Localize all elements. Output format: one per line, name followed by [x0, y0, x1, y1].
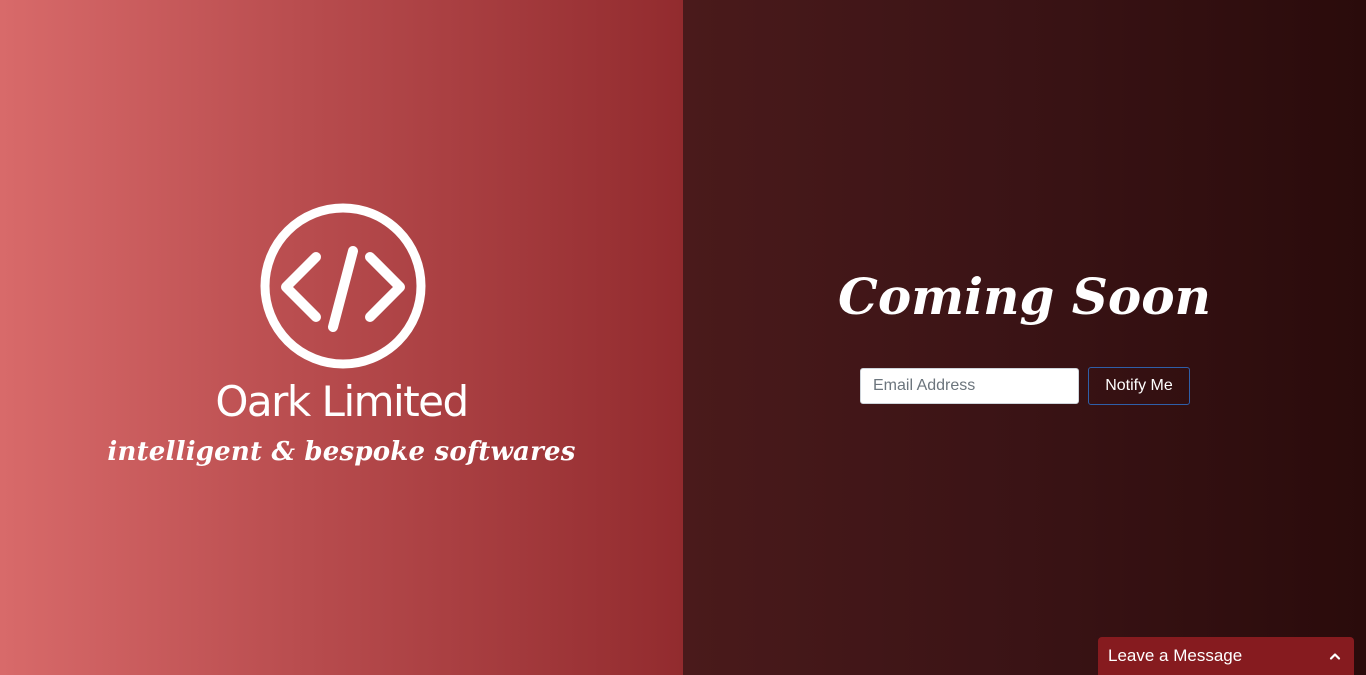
coming-soon-heading: Coming Soon [838, 267, 1211, 326]
code-brackets-icon [259, 202, 427, 370]
brand-name: Oark Limited [215, 377, 469, 426]
brand-panel: Oark Limited intelligent & bespoke softw… [0, 0, 683, 675]
notify-me-button[interactable]: Notify Me [1088, 367, 1190, 405]
leave-message-label: Leave a Message [1108, 646, 1243, 665]
brand-tagline: intelligent & bespoke softwares [107, 437, 576, 467]
email-input[interactable] [860, 368, 1079, 404]
chevron-up-icon[interactable] [1328, 649, 1342, 663]
leave-message-widget[interactable]: Leave a Message [1098, 637, 1354, 675]
signup-panel [683, 0, 1366, 675]
